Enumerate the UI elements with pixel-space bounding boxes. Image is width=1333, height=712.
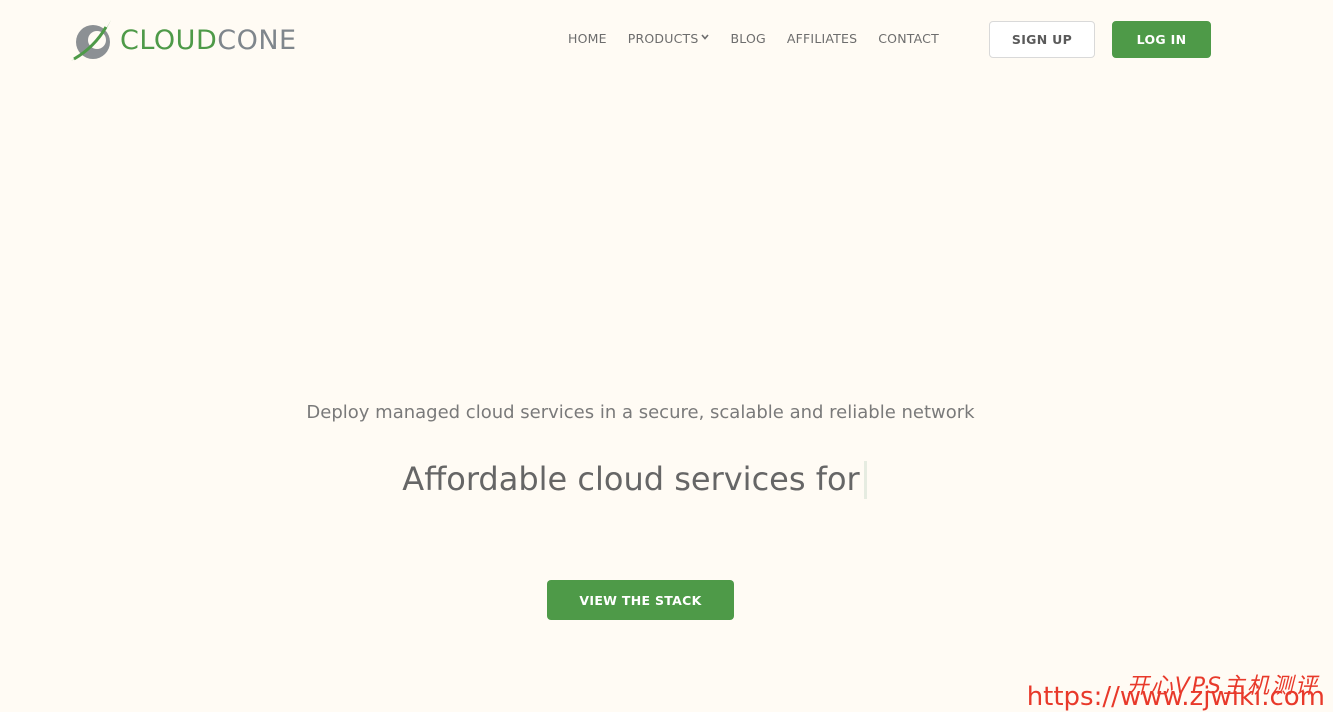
logo-text-cloud: CLOUD bbox=[120, 24, 218, 56]
cloudcone-logo[interactable]: CLOUDCONE bbox=[70, 16, 297, 64]
watermark: 开心VPS主机测评 https://www.zjwiki.com bbox=[1027, 676, 1325, 711]
logo-text-cone: CONE bbox=[217, 24, 297, 56]
sign-up-button[interactable]: SIGN UP bbox=[989, 21, 1095, 58]
logo-wordmark: CLOUDCONE bbox=[120, 27, 297, 54]
nav-item-products[interactable]: PRODUCTS bbox=[628, 31, 710, 47]
watermark-cn-text: 开心VPS主机测评 bbox=[1126, 674, 1319, 699]
site-header: CLOUDCONE HOME PRODUCTS BLOG AFFILIATES … bbox=[0, 0, 1333, 80]
nav-item-affiliates[interactable]: AFFILIATES bbox=[787, 31, 857, 47]
cloudcone-logo-icon bbox=[71, 20, 111, 61]
typing-caret bbox=[863, 461, 867, 499]
nav-item-blog[interactable]: BLOG bbox=[730, 31, 765, 47]
hero-title: Affordable cloud services for bbox=[402, 460, 860, 498]
hero-title-wrap: Affordable cloud services for bbox=[0, 458, 1269, 507]
nav-item-contact[interactable]: CONTACT bbox=[878, 31, 939, 47]
hero-subtitle: Deploy managed cloud services in a secur… bbox=[306, 402, 975, 423]
main-nav: HOME PRODUCTS BLOG AFFILIATES CONTACT bbox=[568, 31, 939, 47]
chevron-down-icon bbox=[701, 34, 710, 40]
nav-item-products-label: PRODUCTS bbox=[627, 31, 699, 46]
log-in-button[interactable]: LOG IN bbox=[1112, 21, 1211, 58]
view-the-stack-button[interactable]: VIEW THE STACK bbox=[547, 580, 734, 620]
nav-item-home[interactable]: HOME bbox=[568, 31, 607, 47]
